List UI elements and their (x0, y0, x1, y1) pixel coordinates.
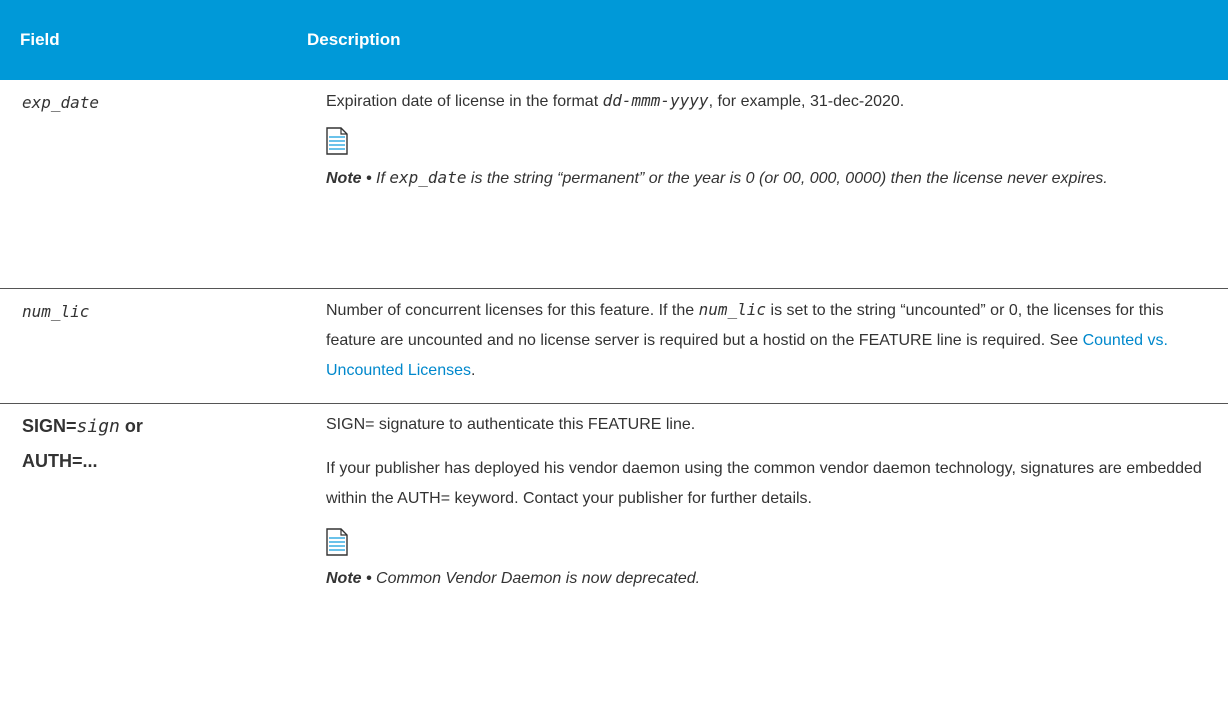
note-exp-date: Note • If exp_date is the string “perman… (326, 168, 1108, 187)
description-num-lic: Number of concurrent licenses for this f… (326, 300, 1168, 379)
table-header: Field Description (0, 0, 1228, 80)
sign-para-1: SIGN= signature to authenticate this FEA… (326, 416, 696, 433)
sign-para-2: If your publisher has deployed his vendo… (326, 460, 1202, 507)
header-description: Description (307, 30, 401, 49)
sign-label: SIGN=sign or (22, 416, 143, 437)
exp-date-text: Expiration date of license in the format… (326, 91, 905, 110)
note-label: Note • (326, 170, 372, 187)
note-document-icon (326, 127, 348, 155)
field-sign: SIGN=sign or AUTH=... (22, 416, 143, 472)
date-format: dd-mmm-yyyy (602, 91, 709, 110)
field-num-lic: num_lic (22, 302, 90, 321)
field-description-table: Field Description exp_date Expiration da… (0, 0, 1228, 587)
description-exp-date: Expiration date of license in the format… (326, 86, 1214, 194)
note-document-icon (326, 528, 348, 556)
table-row-num-lic: num_lic Number of concurrent licenses fo… (0, 289, 1228, 404)
field-exp-date: exp_date (22, 93, 100, 112)
note-label: Note • (326, 570, 372, 587)
header-field: Field (20, 30, 60, 49)
note-sign: Note • Common Vendor Daemon is now depre… (326, 570, 701, 587)
description-sign: SIGN= signature to authenticate this FEA… (326, 410, 1214, 594)
table-row-exp-date: exp_date Expiration date of license in t… (0, 80, 1228, 289)
table-row-sign: SIGN=sign or AUTH=... SIGN= signature to… (0, 404, 1228, 721)
auth-label: AUTH=... (22, 451, 98, 471)
